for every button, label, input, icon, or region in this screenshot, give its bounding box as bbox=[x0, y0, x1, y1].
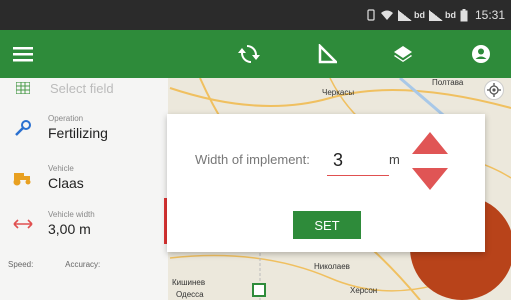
status-bar: bd bd 15:31 bbox=[0, 0, 511, 30]
gps-button[interactable] bbox=[484, 80, 504, 100]
vehicle-value: Claas bbox=[48, 175, 84, 191]
implement-width-input[interactable] bbox=[327, 146, 389, 176]
map-marker[interactable] bbox=[252, 283, 266, 297]
grid-icon bbox=[8, 82, 38, 94]
implement-width-label: Width of implement: bbox=[195, 152, 310, 167]
map-label-kishinev: Кишинев bbox=[172, 278, 206, 287]
speed-label: Speed: bbox=[8, 260, 34, 269]
select-field-text: Select field bbox=[50, 80, 114, 96]
select-field-row[interactable]: Select field bbox=[0, 78, 168, 98]
gps-icon bbox=[487, 83, 501, 97]
tractor-icon bbox=[8, 170, 38, 186]
accuracy-label: Accuracy: bbox=[65, 260, 101, 269]
account-button[interactable] bbox=[466, 39, 496, 69]
menu-button[interactable] bbox=[8, 39, 38, 69]
menu-icon bbox=[13, 47, 33, 62]
signal-label: bd bbox=[413, 10, 425, 20]
operation-row[interactable]: Operation Fertilizing bbox=[0, 110, 168, 146]
width-value: 3,00 m bbox=[48, 221, 91, 237]
width-label: Vehicle width bbox=[48, 210, 95, 219]
decrease-arrow-icon[interactable] bbox=[412, 168, 448, 190]
ruler-triangle-icon bbox=[318, 44, 337, 64]
status-icons: bd bd 15:31 bbox=[366, 6, 505, 24]
wifi-icon bbox=[380, 10, 393, 20]
toolbar bbox=[0, 30, 511, 78]
vibrate-icon bbox=[367, 9, 375, 21]
signal-icon bbox=[397, 9, 412, 21]
map-label-kherson: Херсон bbox=[350, 286, 378, 295]
unit-label: m bbox=[389, 152, 400, 167]
battery-icon bbox=[460, 8, 468, 21]
status-time: 15:31 bbox=[474, 8, 505, 22]
wrench-icon bbox=[8, 119, 38, 137]
set-button[interactable]: SET bbox=[293, 211, 361, 239]
width-row[interactable]: Vehicle width 3,00 m bbox=[0, 206, 168, 242]
layers-button[interactable] bbox=[388, 39, 418, 69]
vehicle-label: Vehicle bbox=[48, 164, 74, 173]
operation-label: Operation bbox=[48, 114, 84, 123]
signal-icon-2 bbox=[428, 9, 443, 21]
measure-button[interactable] bbox=[312, 39, 342, 69]
sync-button[interactable] bbox=[234, 39, 264, 69]
implement-width-dialog: Width of implement: m SET bbox=[167, 114, 485, 252]
side-panel: Select field Operation Fertilizing Vehic… bbox=[0, 78, 168, 300]
map-label-mykolaiv: Николаев bbox=[314, 262, 350, 271]
operation-value: Fertilizing bbox=[48, 125, 108, 141]
increase-arrow-icon[interactable] bbox=[412, 132, 448, 154]
account-icon bbox=[472, 45, 490, 63]
map-label-cherkasy: Черкасы bbox=[322, 88, 355, 97]
map-label-odessa: Одесса bbox=[176, 290, 204, 299]
width-arrows-icon bbox=[8, 219, 38, 229]
speed-accuracy-row: Speed: Accuracy: bbox=[8, 260, 158, 269]
layers-icon bbox=[394, 46, 412, 62]
sync-icon bbox=[238, 45, 260, 63]
map-label-poltava: Полтава bbox=[432, 78, 464, 87]
signal-label-2: bd bbox=[444, 10, 456, 20]
vehicle-row[interactable]: Vehicle Claas bbox=[0, 160, 168, 196]
